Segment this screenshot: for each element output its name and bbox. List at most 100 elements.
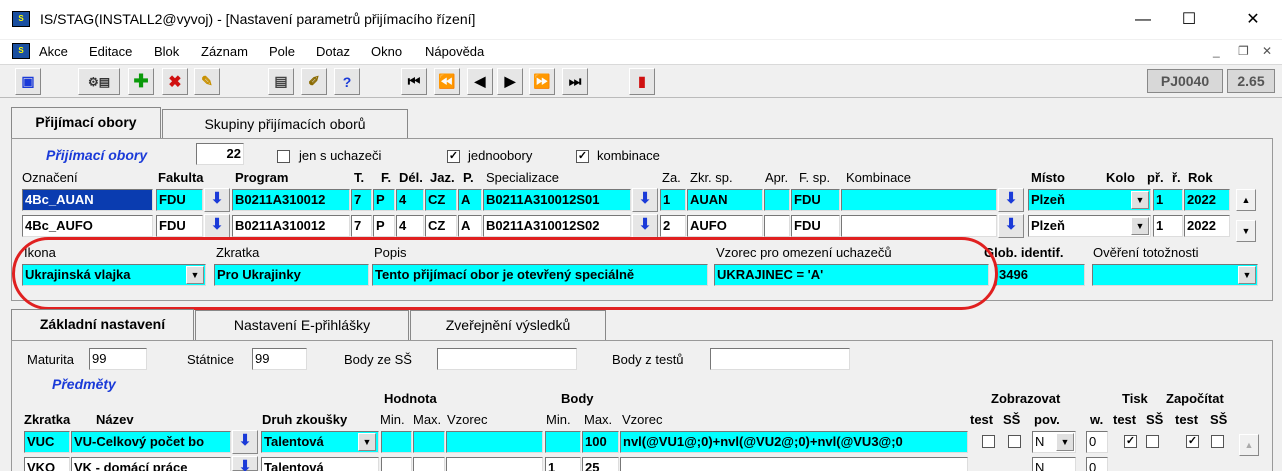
- row1-specializace[interactable]: B0211A310012S01: [483, 189, 631, 211]
- p-row1-pov-dropdown-icon[interactable]: ▼: [1056, 433, 1074, 451]
- row2-t[interactable]: 7: [351, 215, 372, 237]
- menu-dotaz[interactable]: Dotaz: [316, 44, 350, 59]
- row2-zkr-sp[interactable]: AUFO: [687, 215, 763, 237]
- p-row2-bmin[interactable]: 1: [545, 457, 581, 471]
- row1-jaz[interactable]: CZ: [425, 189, 457, 211]
- row2-fakulta-lov-icon[interactable]: ⬇: [204, 214, 230, 238]
- save-icon[interactable]: ▣: [15, 68, 41, 95]
- predmety-scroll-up-icon[interactable]: ▲: [1239, 434, 1259, 456]
- next-record-icon[interactable]: ▶: [497, 68, 523, 95]
- row2-za[interactable]: 2: [660, 215, 686, 237]
- p-row1-nazev-lov-icon[interactable]: ⬇: [232, 430, 258, 454]
- tab-nastaveni-e-prihlasky[interactable]: Nastavení E-přihlášky: [195, 310, 409, 340]
- row1-fakulta[interactable]: FDU: [156, 189, 203, 211]
- row2-misto-dropdown-icon[interactable]: ▼: [1131, 217, 1149, 235]
- row2-oznaceni[interactable]: 4Bc_AUFO: [22, 215, 153, 237]
- p-row2-nazev-lov-icon[interactable]: ⬇: [232, 456, 258, 471]
- delete-record-icon[interactable]: ✖: [162, 68, 188, 95]
- p-row1-zkratka[interactable]: VUC: [24, 431, 70, 453]
- statnice-field[interactable]: 99: [252, 348, 307, 370]
- glob-identif-field[interactable]: 3496: [996, 264, 1085, 286]
- row2-specializace-lov-icon[interactable]: ⬇: [632, 214, 658, 238]
- mdi-restore-icon[interactable]: ❐: [1238, 44, 1249, 58]
- row1-misto-dropdown-icon[interactable]: ▼: [1131, 191, 1149, 209]
- p-row2-bmax[interactable]: 25: [582, 457, 619, 471]
- p-row1-nazev[interactable]: VU-Celkový počet bo: [71, 431, 231, 453]
- filter-kombinace-checkbox[interactable]: ✓: [576, 150, 589, 163]
- row1-kolo[interactable]: 1: [1153, 189, 1183, 211]
- clipboard-icon[interactable]: ▤: [268, 68, 294, 95]
- close-icon[interactable]: ✕: [1230, 0, 1276, 40]
- row2-p[interactable]: A: [458, 215, 482, 237]
- overeni-select[interactable]: [1092, 264, 1258, 286]
- row1-f[interactable]: P: [373, 189, 395, 211]
- row2-apr[interactable]: [764, 215, 790, 237]
- menu-napoveda[interactable]: Nápověda: [425, 44, 484, 59]
- p-row1-zobraz-test-checkbox[interactable]: [982, 435, 995, 448]
- p-row1-tisk-test-checkbox[interactable]: ✓: [1124, 435, 1137, 448]
- p-row1-bvzorec[interactable]: nvl(@VU1@;0)+nvl(@VU2@;0)+nvl(@VU3@;0: [620, 431, 968, 453]
- p-row2-zkratka[interactable]: VKO: [24, 457, 70, 471]
- first-record-icon[interactable]: ⏮: [401, 68, 427, 95]
- row2-kombinace-lov-icon[interactable]: ⬇: [998, 214, 1024, 238]
- exit-icon[interactable]: ▮: [629, 68, 655, 95]
- body-ss-field[interactable]: [437, 348, 577, 370]
- row2-program[interactable]: B0211A310012: [232, 215, 350, 237]
- p-row2-pov[interactable]: N: [1032, 457, 1076, 471]
- insert-record-icon[interactable]: ✚: [128, 68, 154, 95]
- row1-f-sp[interactable]: FDU: [791, 189, 840, 211]
- menu-blok[interactable]: Blok: [154, 44, 179, 59]
- p-row1-hmax[interactable]: [413, 431, 445, 453]
- row2-del[interactable]: 4: [396, 215, 424, 237]
- menu-editace[interactable]: Editace: [89, 44, 132, 59]
- mdi-close-icon[interactable]: ✕: [1262, 44, 1272, 58]
- row1-apr[interactable]: [764, 189, 790, 211]
- filter-jen-s-uchazeci-checkbox[interactable]: [277, 150, 290, 163]
- p-row1-zap-test-checkbox[interactable]: ✓: [1186, 435, 1199, 448]
- row1-kombinace[interactable]: [841, 189, 997, 211]
- row1-program[interactable]: B0211A310012: [232, 189, 350, 211]
- menu-zaznam[interactable]: Záznam: [201, 44, 248, 59]
- row1-za[interactable]: 1: [660, 189, 686, 211]
- p-row2-hmax[interactable]: [413, 457, 445, 471]
- obory-scroll-up-icon[interactable]: ▲: [1236, 189, 1256, 211]
- edit-icon[interactable]: ✐: [301, 68, 327, 95]
- row2-specializace[interactable]: B0211A310012S02: [483, 215, 631, 237]
- help-icon[interactable]: ?: [334, 68, 360, 95]
- row1-kombinace-lov-icon[interactable]: ⬇: [998, 188, 1024, 212]
- p-row2-bvzorec[interactable]: [620, 457, 968, 471]
- maximize-icon[interactable]: ☐: [1166, 0, 1212, 40]
- row1-t[interactable]: 7: [351, 189, 372, 211]
- tab-skupiny-oboru[interactable]: Skupiny přijímacích oborů: [162, 109, 408, 139]
- obory-scroll-down-icon[interactable]: ▼: [1236, 220, 1256, 242]
- row2-kombinace[interactable]: [841, 215, 997, 237]
- p-row2-w[interactable]: 0: [1086, 457, 1108, 471]
- row1-oznaceni[interactable]: 4Bc_AUAN: [22, 189, 153, 211]
- next-block-icon[interactable]: ⏩: [529, 68, 555, 95]
- query-icon[interactable]: ⚙▤: [78, 68, 120, 95]
- tab-prijimaci-obory[interactable]: Přijímací obory: [11, 107, 161, 139]
- row1-specializace-lov-icon[interactable]: ⬇: [632, 188, 658, 212]
- row2-rok[interactable]: 2022: [1184, 215, 1230, 237]
- last-record-icon[interactable]: ⏭: [562, 68, 588, 95]
- tab-zverejneni-vysledku[interactable]: Zveřejnění výsledků: [410, 310, 606, 340]
- p-row2-druh[interactable]: Talentová: [261, 457, 379, 471]
- p-row1-zobraz-ss-checkbox[interactable]: [1008, 435, 1021, 448]
- p-row2-nazev[interactable]: VK - domácí práce: [71, 457, 231, 471]
- row1-p[interactable]: A: [458, 189, 482, 211]
- minimize-icon[interactable]: —: [1120, 0, 1166, 40]
- menu-pole[interactable]: Pole: [269, 44, 295, 59]
- filter-jednoobory-checkbox[interactable]: ✓: [447, 150, 460, 163]
- p-row2-hvzorec[interactable]: [446, 457, 543, 471]
- p-row1-bmax[interactable]: 100: [582, 431, 619, 453]
- row1-fakulta-lov-icon[interactable]: ⬇: [204, 188, 230, 212]
- p-row1-hvzorec[interactable]: [446, 431, 543, 453]
- clear-icon[interactable]: ✎: [194, 68, 220, 95]
- row1-del[interactable]: 4: [396, 189, 424, 211]
- row1-zkr-sp[interactable]: AUAN: [687, 189, 763, 211]
- p-row1-zap-ss-checkbox[interactable]: [1211, 435, 1224, 448]
- p-row1-tisk-ss-checkbox[interactable]: [1146, 435, 1159, 448]
- menu-akce[interactable]: Akce: [39, 44, 68, 59]
- p-row1-hmin[interactable]: [381, 431, 412, 453]
- row2-f[interactable]: P: [373, 215, 395, 237]
